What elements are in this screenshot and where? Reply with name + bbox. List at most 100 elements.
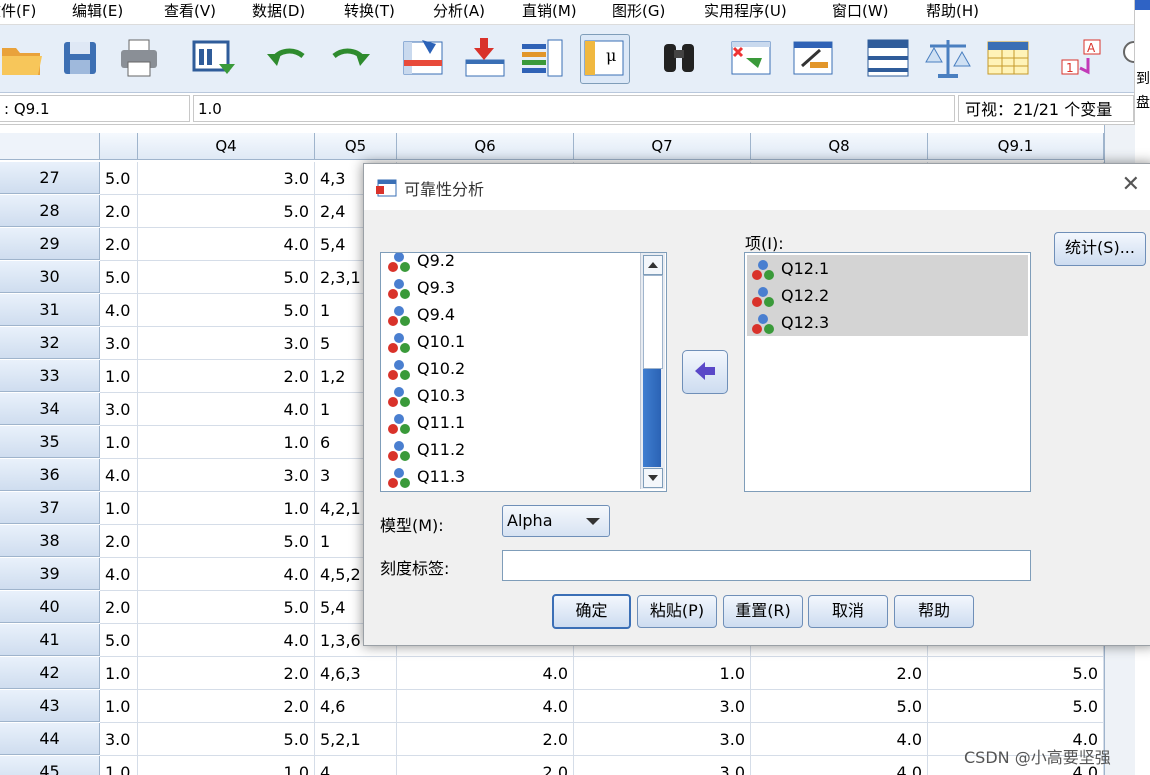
insert-variable-icon[interactable]	[790, 34, 838, 82]
table-cell[interactable]: 4.0	[138, 393, 315, 426]
menu-window[interactable]: 窗口(W)	[832, 0, 889, 24]
split-file-icon[interactable]	[864, 34, 912, 82]
table-cell[interactable]: 5.0	[100, 624, 138, 657]
menu-view[interactable]: 查看(V)	[164, 0, 216, 24]
list-item[interactable]: Q9.3	[387, 274, 455, 301]
table-cell[interactable]: 5.0	[100, 162, 138, 195]
scroll-down-icon[interactable]	[643, 468, 663, 488]
menu-analyze[interactable]: 分析(A)	[433, 0, 485, 24]
move-left-arrow-button[interactable]	[682, 350, 728, 394]
goto-variable-icon[interactable]	[460, 34, 508, 82]
table-cell[interactable]: 2.0	[100, 195, 138, 228]
scroll-track[interactable]	[643, 369, 661, 467]
list-item[interactable]: Q9.2	[387, 253, 455, 274]
table-cell[interactable]: 5.0	[138, 525, 315, 558]
table-cell[interactable]: 5.0	[138, 723, 315, 756]
table-cell[interactable]: 5.0	[100, 261, 138, 294]
table-cell[interactable]: 2.0	[138, 657, 315, 690]
column-header[interactable]: Q8	[751, 133, 928, 160]
scroll-thumb[interactable]	[643, 275, 663, 369]
selected-item[interactable]: Q12.3	[747, 309, 1028, 336]
selected-item[interactable]: Q12.2	[747, 282, 1028, 309]
row-number[interactable]: 41	[0, 624, 100, 656]
row-number[interactable]: 34	[0, 393, 100, 425]
row-number[interactable]: 32	[0, 327, 100, 359]
table-cell[interactable]: 1.0	[138, 492, 315, 525]
row-number[interactable]: 45	[0, 756, 100, 775]
table-cell[interactable]: 4.0	[138, 624, 315, 657]
items-list[interactable]: Q12.1 Q12.2 Q12.3	[744, 252, 1031, 492]
help-button[interactable]: 帮助	[894, 595, 974, 628]
select-cases-icon[interactable]	[984, 34, 1032, 82]
list-item[interactable]: Q9.4	[387, 301, 455, 328]
column-header[interactable]: Q4	[138, 133, 315, 160]
table-cell[interactable]: 4.0	[100, 558, 138, 591]
insert-cases-icon[interactable]	[728, 34, 776, 82]
table-cell[interactable]: 4.0	[397, 690, 574, 723]
list-item[interactable]: Q10.2	[387, 355, 465, 382]
row-number[interactable]: 36	[0, 459, 100, 491]
table-cell[interactable]: 3.0	[100, 327, 138, 360]
table-cell[interactable]: 3.0	[138, 162, 315, 195]
menu-graphs[interactable]: 图形(G)	[612, 0, 665, 24]
table-cell[interactable]: 3.0	[574, 756, 751, 775]
scale-label-input[interactable]	[502, 550, 1031, 581]
spell-check-icon[interactable]	[1118, 34, 1134, 82]
table-cell[interactable]: 4.0	[100, 459, 138, 492]
row-number[interactable]: 42	[0, 657, 100, 689]
redo-icon[interactable]	[326, 34, 374, 82]
table-cell[interactable]: 4.0	[397, 657, 574, 690]
row-number[interactable]: 39	[0, 558, 100, 590]
table-cell[interactable]: 5.0	[138, 261, 315, 294]
source-variables-list[interactable]: Q9.2 Q9.3 Q9.4 Q10.1 Q10.2 Q10.3 Q11.1 Q11.2 Q11…	[380, 252, 667, 492]
menu-file[interactable]: 文件(F)	[0, 0, 36, 24]
table-cell[interactable]: 5.0	[138, 195, 315, 228]
table-cell[interactable]: 5.0	[138, 591, 315, 624]
table-cell[interactable]: 5,2,1	[315, 723, 397, 756]
table-cell[interactable]: 2.0	[100, 228, 138, 261]
table-cell[interactable]: 4.0	[138, 558, 315, 591]
statistics-button[interactable]: 统计(S)...	[1054, 232, 1146, 266]
menu-transform[interactable]: 转换(T)	[344, 0, 395, 24]
table-cell[interactable]: 1.0	[138, 426, 315, 459]
row-number[interactable]: 38	[0, 525, 100, 557]
list-item[interactable]: Q11.2	[387, 436, 465, 463]
row-number[interactable]: 43	[0, 690, 100, 722]
find-binoculars-icon[interactable]	[656, 34, 704, 82]
row-number[interactable]: 40	[0, 591, 100, 623]
menu-edit[interactable]: 编辑(E)	[72, 0, 123, 24]
table-cell[interactable]: 1.0	[100, 492, 138, 525]
row-number[interactable]: 31	[0, 294, 100, 326]
table-cell[interactable]: 2.0	[100, 591, 138, 624]
row-number[interactable]: 33	[0, 360, 100, 392]
goto-case-icon[interactable]	[400, 34, 448, 82]
row-number[interactable]: 29	[0, 228, 100, 260]
recall-dialog-icon[interactable]	[189, 34, 237, 82]
table-cell[interactable]: 3.0	[138, 459, 315, 492]
row-number[interactable]: 28	[0, 195, 100, 227]
table-cell[interactable]: 2.0	[397, 756, 574, 775]
table-cell[interactable]: 3.0	[574, 723, 751, 756]
table-cell[interactable]: 5.0	[138, 294, 315, 327]
table-cell[interactable]: 2.0	[138, 360, 315, 393]
column-header[interactable]: Q7	[574, 133, 751, 160]
row-number[interactable]: 37	[0, 492, 100, 524]
table-cell[interactable]: 1.0	[574, 657, 751, 690]
table-cell[interactable]: 2.0	[751, 657, 928, 690]
menu-help[interactable]: 帮助(H)	[926, 0, 979, 24]
column-header[interactable]: Q5	[315, 133, 397, 160]
table-cell[interactable]: 5.0	[928, 657, 1104, 690]
table-cell[interactable]: 1.0	[100, 756, 138, 775]
ok-button[interactable]: 确定	[552, 594, 631, 629]
close-icon[interactable]: ✕	[1122, 172, 1140, 197]
list-item[interactable]: Q11.1	[387, 409, 465, 436]
column-header[interactable]: Q6	[397, 133, 574, 160]
list-item[interactable]: Q10.3	[387, 382, 465, 409]
column-header-q3[interactable]	[100, 133, 138, 160]
table-cell[interactable]: 5.0	[928, 690, 1104, 723]
row-number[interactable]: 44	[0, 723, 100, 755]
menu-utilities[interactable]: 实用程序(U)	[704, 0, 787, 24]
source-list-scrollbar[interactable]	[640, 253, 665, 489]
table-cell[interactable]: 5.0	[751, 690, 928, 723]
table-cell[interactable]: 1.0	[100, 690, 138, 723]
